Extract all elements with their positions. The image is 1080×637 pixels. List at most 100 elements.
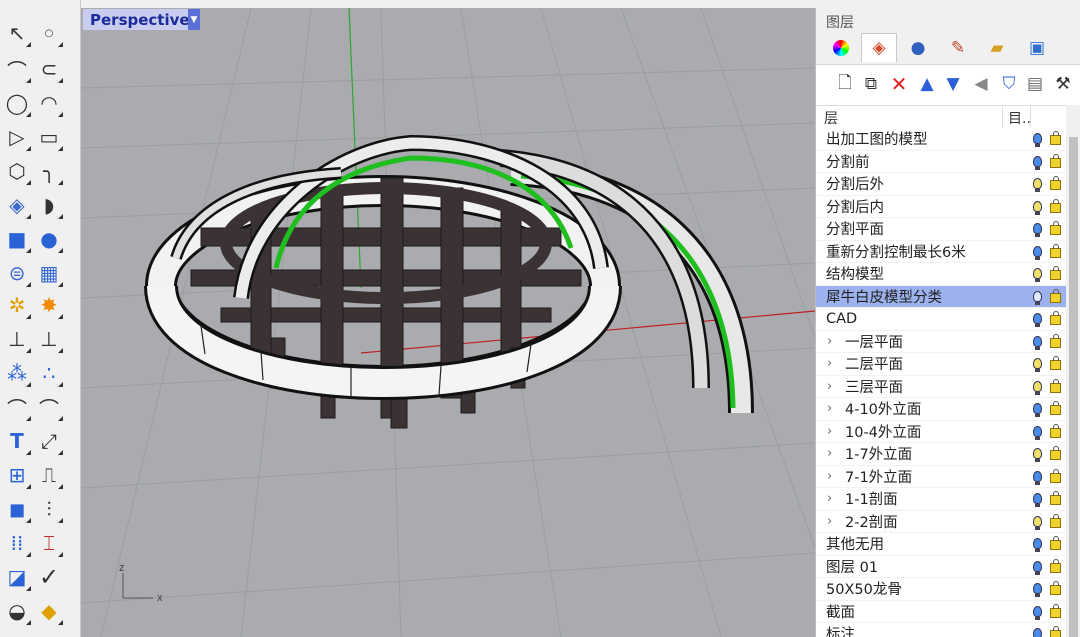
layer-row[interactable]: 其他无用 [816, 533, 1066, 556]
expand-chevron-icon[interactable]: › [827, 491, 832, 506]
layer-row[interactable]: › 2-2剖面 [816, 511, 1066, 533]
sphere-solid-icon[interactable]: ● [34, 224, 64, 254]
surface-corner-icon[interactable]: ◈ [2, 190, 32, 220]
sphere-render-icon[interactable]: ● [901, 34, 935, 62]
rectangle-icon[interactable]: ▭ [34, 122, 64, 152]
analyze-icon[interactable]: ⎍ [34, 460, 64, 490]
render-icon[interactable]: ◼ [2, 494, 32, 524]
layer-row[interactable]: 图层 01 [816, 556, 1066, 578]
lock-icon[interactable] [1050, 176, 1061, 190]
hexagon-icon[interactable]: ⬡ [2, 156, 32, 186]
move-up-icon[interactable]: ▲ [914, 71, 940, 97]
filter-icon[interactable]: ⛉ [996, 71, 1022, 97]
select-arrow-icon[interactable]: ↖ [2, 18, 32, 48]
split-icon[interactable]: ⊥ [34, 324, 64, 354]
mesh-plane-icon[interactable]: ▦ [34, 258, 64, 288]
visibility-bulb-icon[interactable] [1033, 155, 1042, 170]
box-solid-icon[interactable]: ■ [2, 224, 32, 254]
visibility-bulb-icon[interactable] [1033, 605, 1042, 620]
text-icon[interactable]: T [2, 426, 32, 456]
lock-icon[interactable] [1050, 536, 1061, 550]
visibility-bulb-icon[interactable] [1033, 560, 1042, 575]
visibility-bulb-icon[interactable] [1033, 245, 1042, 260]
properties-icon[interactable]: ▤ [1022, 71, 1048, 97]
perspective-viewport[interactable]: z x Perspective ▼ [81, 8, 815, 637]
lock-icon[interactable] [1050, 558, 1061, 573]
layer-row[interactable]: CAD [816, 308, 1066, 331]
lock-icon[interactable] [1050, 491, 1061, 505]
visibility-bulb-icon[interactable] [1033, 425, 1042, 440]
new-sublayer-icon[interactable]: ⧉ [858, 71, 884, 97]
visibility-bulb-icon[interactable] [1033, 448, 1042, 462]
visibility-bulb-icon[interactable] [1033, 268, 1042, 282]
cylinder-mesh-icon[interactable]: ⊜ [2, 258, 32, 288]
explode-icon[interactable]: ✸ [34, 290, 64, 320]
layer-scrollbar[interactable] [1066, 105, 1080, 637]
lock-icon[interactable] [1050, 603, 1061, 618]
transform-gear-icon[interactable]: ✲ [2, 290, 32, 320]
tools-icon[interactable]: ⚒ [1050, 71, 1076, 97]
extrude-icon[interactable]: ◪ [2, 562, 32, 592]
viewport-title-tab[interactable]: Perspective ▼ [83, 9, 200, 30]
layer-row[interactable]: 犀牛白皮模型分类 [816, 285, 1066, 308]
expand-chevron-icon[interactable]: › [827, 514, 832, 529]
visibility-bulb-icon[interactable] [1033, 223, 1042, 237]
lock-icon[interactable] [1050, 446, 1061, 460]
curve-icon[interactable]: ⊂ [34, 54, 64, 84]
layer-row[interactable]: › 三层平面 [816, 376, 1066, 398]
expand-chevron-icon[interactable]: › [827, 356, 832, 371]
lock-icon[interactable] [1050, 221, 1061, 235]
layer-row[interactable]: 标注 [816, 623, 1066, 637]
layer-row[interactable]: 分割前 [816, 151, 1066, 173]
visibility-bulb-icon[interactable] [1033, 583, 1042, 597]
layer-row[interactable]: 分割后外 [816, 173, 1066, 196]
visibility-bulb-icon[interactable] [1033, 290, 1042, 305]
layer-row[interactable]: 重新分割控制最长6米 [816, 241, 1066, 263]
move-down-icon[interactable]: ▼ [940, 71, 966, 97]
layer-row[interactable]: › 4-10外立面 [816, 398, 1066, 421]
color-wheel-icon[interactable] [824, 34, 858, 62]
arc-icon[interactable]: ◠ [34, 88, 64, 118]
circle-icon[interactable]: ◯ [2, 88, 32, 118]
expand-chevron-icon[interactable]: › [827, 469, 832, 484]
lock-icon[interactable] [1050, 333, 1061, 348]
visibility-bulb-icon[interactable] [1033, 515, 1042, 530]
new-layer-icon[interactable]: 🗋 [832, 71, 858, 97]
layer-row[interactable]: › 7-1外立面 [816, 466, 1066, 488]
visibility-bulb-icon[interactable] [1033, 538, 1042, 552]
expand-chevron-icon[interactable]: › [827, 401, 832, 416]
offset-arc-icon[interactable]: ⌒ [34, 392, 64, 422]
lock-icon[interactable] [1050, 423, 1061, 438]
dimension-vertical-icon[interactable]: ⌶ [34, 528, 64, 558]
layer-row[interactable]: 分割平面 [816, 218, 1066, 241]
visibility-bulb-icon[interactable] [1033, 133, 1042, 147]
lock-icon[interactable] [1050, 468, 1061, 483]
display-icon[interactable]: ▣ [1020, 34, 1054, 62]
layer-row[interactable]: › 10-4外立面 [816, 421, 1066, 443]
layer-row[interactable]: 50X50龙骨 [816, 578, 1066, 601]
delete-icon[interactable]: ✕ [886, 71, 912, 97]
layer-row[interactable]: 截面 [816, 601, 1066, 623]
visibility-bulb-icon[interactable] [1033, 335, 1042, 350]
lock-icon[interactable] [1050, 378, 1061, 393]
offset-curve-icon[interactable]: ⌒ [2, 392, 32, 422]
layer-row[interactable]: 出加工图的模型 [816, 128, 1066, 151]
lock-icon[interactable] [1050, 153, 1061, 168]
expand-chevron-icon[interactable]: › [827, 446, 832, 461]
point-icon[interactable]: ○ [34, 18, 64, 48]
visibility-bulb-icon[interactable] [1033, 403, 1042, 417]
lock-icon[interactable] [1050, 356, 1061, 370]
layer-row[interactable]: 结构模型 [816, 263, 1066, 286]
lock-icon[interactable] [1050, 401, 1061, 415]
layer-row[interactable]: › 1-1剖面 [816, 488, 1066, 511]
check-icon[interactable]: ✓ [34, 562, 64, 592]
lock-icon[interactable] [1050, 626, 1061, 637]
polyline-icon[interactable]: ⌒ [2, 54, 32, 84]
lock-icon[interactable] [1050, 581, 1061, 595]
grid-array-icon[interactable]: ⁞⁞ [2, 528, 32, 558]
layer-row[interactable]: 分割后内 [816, 196, 1066, 218]
visibility-bulb-icon[interactable] [1033, 493, 1042, 507]
tool-palette-icon[interactable]: ◆ [34, 596, 64, 626]
collapse-icon[interactable]: ◀ [968, 71, 994, 97]
boolean-icon[interactable]: ⊥ [2, 324, 32, 354]
